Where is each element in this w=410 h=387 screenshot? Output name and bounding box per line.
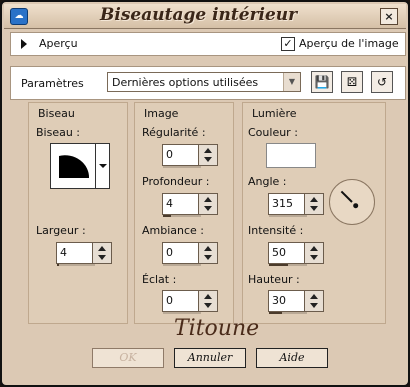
angle-value: 315: [272, 197, 293, 210]
intensity-stepper[interactable]: 50: [268, 242, 324, 266]
height-value: 30: [272, 294, 286, 307]
ambience-value: 0: [166, 246, 173, 259]
stepper-up-icon[interactable]: [310, 246, 318, 251]
depth-stepper[interactable]: 4: [162, 193, 218, 217]
depth-label: Profondeur :: [142, 175, 210, 188]
stepper-buttons[interactable]: [304, 291, 323, 311]
cancel-button[interactable]: Annuler: [174, 348, 246, 368]
shine-stepper[interactable]: 0: [162, 290, 218, 314]
preview-bar: Aperçu ✓ Aperçu de l'image: [10, 32, 406, 56]
bevel-shape-preview[interactable]: [50, 143, 96, 189]
ok-button[interactable]: OK: [92, 348, 164, 368]
save-preset-icon[interactable]: 💾: [311, 71, 333, 93]
reset-icon[interactable]: ↺: [371, 71, 393, 93]
bevel-shape-dropdown[interactable]: [96, 143, 110, 189]
stepper-down-icon[interactable]: [204, 206, 212, 211]
depth-value: 4: [166, 197, 173, 210]
slider-fill: [57, 264, 59, 266]
stepper-buttons[interactable]: [304, 194, 323, 214]
bevel-shape-icon: [59, 155, 90, 178]
stepper-buttons[interactable]: [304, 243, 323, 263]
light-color-label: Couleur :: [248, 126, 298, 139]
regularity-slider[interactable]: [163, 166, 201, 168]
stepper-down-icon[interactable]: [310, 206, 318, 211]
title-bar[interactable]: ☁ Biseautage intérieur ×: [4, 4, 406, 29]
stepper-up-icon[interactable]: [98, 246, 106, 251]
settings-label: Paramètres: [21, 77, 84, 90]
chevron-down-icon: [99, 164, 107, 168]
preview-toggle-label[interactable]: Aperçu: [39, 37, 78, 50]
light-group-title: Lumière: [252, 107, 297, 120]
bevel-width-stepper[interactable]: 4: [56, 242, 112, 266]
ambience-slider[interactable]: [163, 264, 201, 266]
random-icon[interactable]: ⚄: [341, 71, 363, 93]
preset-select[interactable]: Dernières options utilisées ▼: [107, 72, 301, 92]
stepper-down-icon[interactable]: [204, 157, 212, 162]
height-label: Hauteur :: [248, 273, 300, 286]
ambience-label: Ambiance :: [142, 224, 205, 237]
slider-fill: [163, 215, 171, 217]
ambience-stepper[interactable]: 0: [162, 242, 218, 266]
slider-fill: [269, 312, 282, 314]
height-slider[interactable]: [269, 312, 307, 314]
expand-preview-icon[interactable]: [21, 39, 27, 49]
regularity-value: 0: [166, 148, 173, 161]
bevel-shape-label: Biseau :: [36, 126, 81, 139]
settings-bar: Paramètres Dernières options utilisées ▼…: [10, 66, 406, 100]
image-group-title: Image: [144, 107, 179, 120]
shine-value: 0: [166, 294, 173, 307]
stepper-up-icon[interactable]: [204, 197, 212, 202]
app-icon[interactable]: ☁: [10, 8, 28, 25]
angle-stepper[interactable]: 315: [268, 193, 324, 217]
depth-slider[interactable]: [163, 215, 201, 217]
image-preview-checkbox[interactable]: ✓: [281, 37, 295, 51]
stepper-down-icon[interactable]: [310, 255, 318, 260]
bevel-width-value: 4: [60, 246, 67, 259]
stepper-down-icon[interactable]: [204, 255, 212, 260]
stepper-up-icon[interactable]: [204, 294, 212, 299]
light-color-swatch[interactable]: [266, 143, 316, 168]
shine-slider[interactable]: [163, 312, 201, 314]
preset-value: Dernières options utilisées: [112, 76, 259, 89]
height-stepper[interactable]: 30: [268, 290, 324, 314]
help-button[interactable]: Aide: [256, 348, 328, 368]
intensity-label: Intensité :: [248, 224, 304, 237]
dialog-title: Biseautage intérieur: [100, 5, 298, 25]
shine-label: Éclat :: [142, 273, 177, 286]
bevel-width-slider[interactable]: [57, 264, 95, 266]
slider-fill: [269, 264, 288, 266]
regularity-label: Régularité :: [142, 126, 206, 139]
stepper-up-icon[interactable]: [204, 148, 212, 153]
stepper-buttons[interactable]: [92, 243, 111, 263]
stepper-buttons[interactable]: [198, 291, 217, 311]
stepper-up-icon[interactable]: [204, 246, 212, 251]
stepper-down-icon[interactable]: [310, 303, 318, 308]
chevron-down-icon[interactable]: ▼: [283, 73, 300, 91]
stepper-buttons[interactable]: [198, 194, 217, 214]
bevel-width-label: Largeur :: [36, 224, 86, 237]
image-preview-label[interactable]: Aperçu de l'image: [299, 37, 399, 50]
angle-dial-icon: [340, 190, 359, 209]
regularity-stepper[interactable]: 0: [162, 144, 218, 168]
stepper-up-icon[interactable]: [310, 294, 318, 299]
stepper-down-icon[interactable]: [98, 255, 106, 260]
close-button[interactable]: ×: [380, 8, 398, 25]
bevel-group-title: Biseau: [38, 107, 75, 120]
angle-dial[interactable]: [329, 179, 375, 225]
stepper-buttons[interactable]: [198, 243, 217, 263]
stepper-up-icon[interactable]: [310, 197, 318, 202]
dialog-window: ☁ Biseautage intérieur × Aperçu ✓ Aperçu…: [0, 0, 410, 387]
angle-label: Angle :: [248, 175, 287, 188]
intensity-value: 50: [272, 246, 286, 259]
watermark: Titoune: [174, 316, 260, 341]
intensity-slider[interactable]: [269, 264, 307, 266]
angle-slider[interactable]: [269, 215, 307, 217]
stepper-buttons[interactable]: [198, 145, 217, 165]
stepper-down-icon[interactable]: [204, 303, 212, 308]
